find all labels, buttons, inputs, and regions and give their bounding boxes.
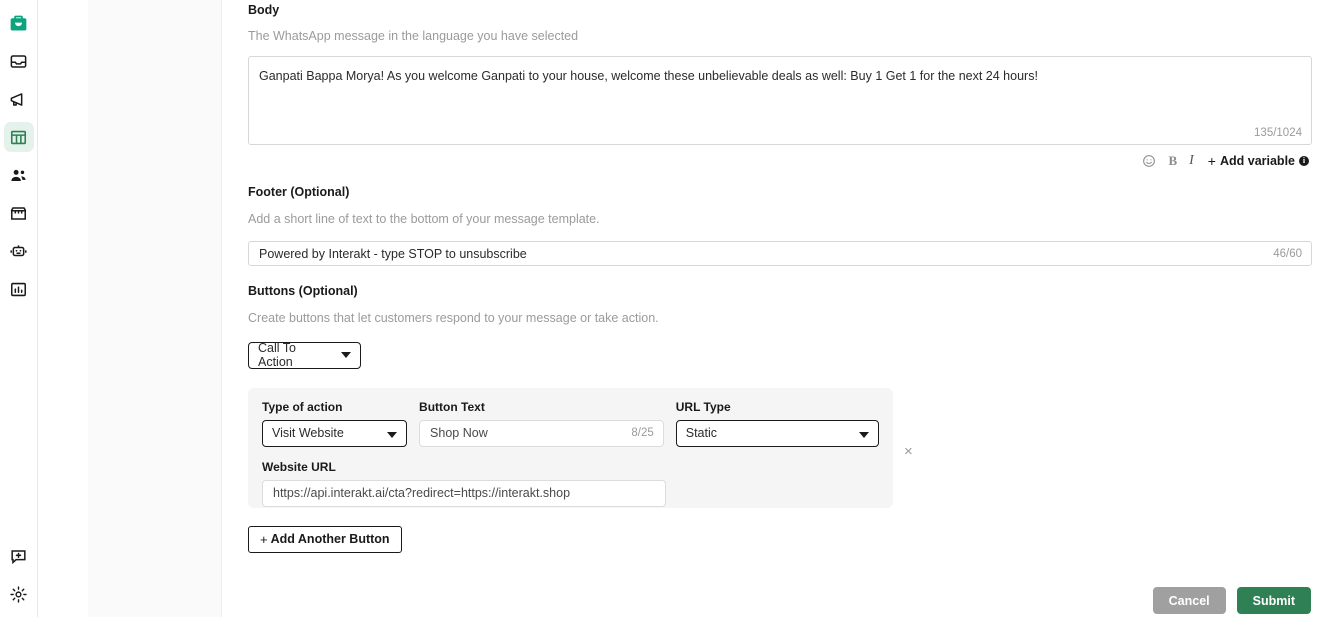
add-another-plus-icon: + — [260, 531, 268, 547]
chevron-down-icon — [859, 431, 870, 438]
megaphone-icon — [9, 90, 28, 109]
buttons-title: Buttons (Optional) — [248, 284, 358, 298]
sidebar-item-automation[interactable] — [4, 236, 34, 266]
type-of-action-field: Type of action Visit Website — [262, 399, 408, 447]
italic-button[interactable]: I — [1189, 153, 1196, 169]
buttons-section: Buttons (Optional) Create buttons that l… — [248, 266, 1312, 553]
body-character-counter: 135/1024 — [1254, 127, 1302, 139]
button-config-row: Type of action Visit Website Button Text… — [262, 399, 880, 447]
left-nav-rail — [0, 0, 38, 617]
sidebar-item-settings[interactable] — [4, 579, 34, 609]
footer-description: Add a short line of text to the bottom o… — [248, 212, 600, 226]
body-textarea[interactable]: Ganpati Bappa Morya! As you welcome Ganp… — [248, 56, 1312, 145]
body-description: The WhatsApp message in the language you… — [248, 29, 579, 43]
sidebar-item-analytics[interactable] — [4, 274, 34, 304]
sidebar-item-campaigns[interactable] — [4, 84, 34, 114]
website-url-value: https://api.interakt.ai/cta?redirect=htt… — [273, 486, 571, 500]
button-config-card: Type of action Visit Website Button Text… — [248, 387, 913, 508]
button-type-select[interactable]: Call To Action — [248, 341, 361, 369]
people-icon — [9, 166, 28, 185]
footer-input[interactable]: Powered by Interakt - type STOP to unsub… — [248, 241, 1312, 266]
add-variable-plus-icon: + — [1207, 152, 1216, 169]
secondary-panel-surface — [88, 0, 222, 617]
footer-input-value: Powered by Interakt - type STOP to unsub… — [259, 246, 527, 261]
secondary-panel — [39, 0, 222, 617]
type-of-action-value: Visit Website — [272, 426, 344, 440]
website-url-label: Website URL — [262, 459, 336, 474]
sidebar-item-templates[interactable] — [3, 122, 34, 152]
briefcase-icon — [8, 13, 29, 34]
website-url-input[interactable]: https://api.interakt.ai/cta?redirect=htt… — [262, 479, 666, 507]
form-action-bar: Cancel Submit — [1152, 587, 1311, 614]
footer-character-counter: 46/60 — [1273, 247, 1302, 260]
template-editor-form: Body The WhatsApp message in the languag… — [222, 0, 1331, 617]
type-of-action-select[interactable]: Visit Website — [262, 419, 408, 447]
bold-button[interactable]: B — [1168, 153, 1177, 169]
website-url-field: Website URL https://api.interakt.ai/cta?… — [262, 460, 666, 507]
remove-button-icon[interactable]: × — [904, 444, 913, 459]
button-text-field: Button Text Shop Now 8/25 — [419, 400, 664, 447]
sidebar-item-feedback[interactable] — [4, 541, 34, 571]
chevron-down-icon — [341, 352, 351, 358]
buttons-description: Create buttons that let customers respon… — [248, 311, 659, 325]
cancel-button[interactable]: Cancel — [1152, 587, 1226, 614]
button-text-value: Shop Now — [430, 426, 488, 440]
bar-chart-icon — [9, 280, 28, 299]
footer-title: Footer (Optional) — [248, 185, 350, 199]
add-variable-label: Add variable — [1219, 153, 1295, 168]
storefront-icon — [9, 204, 28, 223]
sidebar-item-contacts[interactable] — [4, 160, 34, 190]
url-type-select[interactable]: Static — [675, 419, 880, 447]
type-of-action-label: Type of action — [262, 399, 343, 414]
url-type-field: URL Type Static — [675, 399, 880, 447]
footer-section: Footer (Optional) Add a short line of te… — [248, 171, 1312, 266]
add-another-label: Add Another Button — [270, 532, 390, 546]
chevron-down-icon — [387, 431, 398, 438]
button-text-counter: 8/25 — [631, 427, 654, 439]
gear-icon — [9, 585, 28, 604]
button-text-label: Button Text — [419, 399, 485, 414]
url-type-label: URL Type — [675, 399, 731, 414]
inbox-icon — [9, 52, 28, 71]
add-another-button[interactable]: + Add Another Button — [248, 525, 402, 553]
button-type-value: Call To Action — [258, 341, 296, 369]
button-text-input[interactable]: Shop Now 8/25 — [419, 419, 664, 447]
robot-icon — [9, 242, 28, 261]
sidebar-item-logo[interactable] — [4, 8, 34, 38]
url-type-value: Static — [685, 426, 718, 440]
sidebar-item-catalog[interactable] — [4, 198, 34, 228]
submit-button[interactable]: Submit — [1236, 587, 1311, 614]
body-editor-toolbar: B I + Add variable i — [248, 145, 1312, 171]
emoji-smiley-icon[interactable] — [1142, 154, 1156, 168]
body-section: Body The WhatsApp message in the languag… — [248, 0, 1312, 171]
table-icon — [9, 128, 28, 147]
info-icon[interactable]: i — [1299, 155, 1309, 166]
body-textarea-value: Ganpati Bappa Morya! As you welcome Ganp… — [259, 69, 1038, 83]
sidebar-item-inbox[interactable] — [4, 46, 34, 76]
body-title: Body — [248, 3, 280, 17]
add-variable-button[interactable]: + Add variable i — [1208, 153, 1309, 169]
chat-plus-icon — [9, 547, 28, 566]
